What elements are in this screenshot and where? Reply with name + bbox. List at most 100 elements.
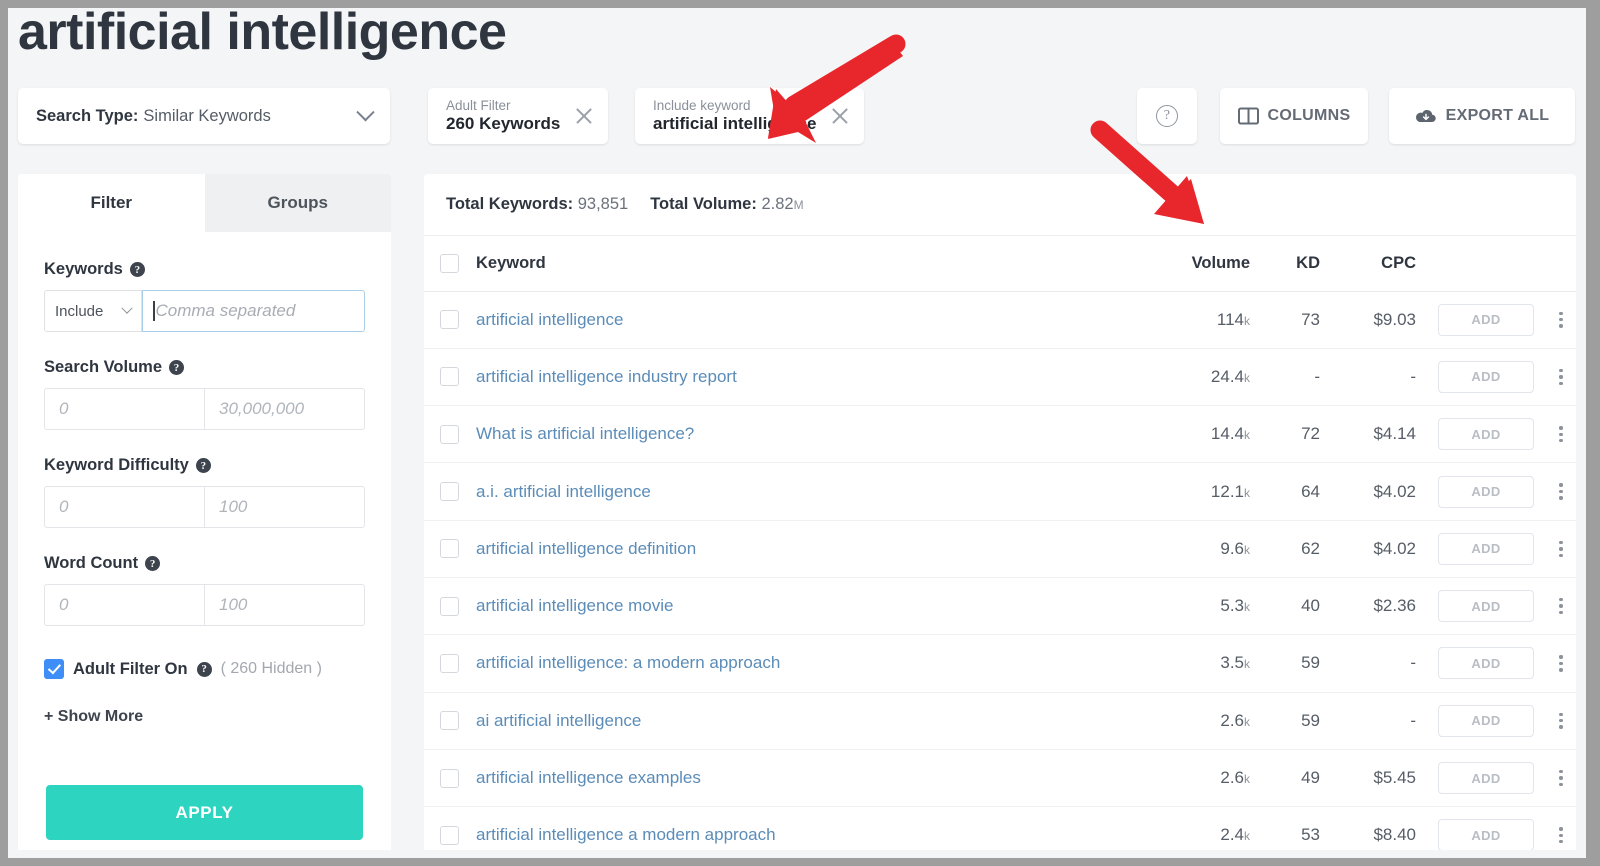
- chip-label: Adult Filter: [446, 98, 511, 114]
- filter-chip-include-keyword[interactable]: Include keyword artificial intelligence: [635, 88, 865, 144]
- more-options-icon[interactable]: [1550, 423, 1572, 445]
- add-button[interactable]: ADD: [1438, 647, 1534, 680]
- tab-groups[interactable]: Groups: [204, 174, 391, 232]
- word-count-max-input[interactable]: 100: [204, 585, 364, 625]
- more-options-icon[interactable]: [1550, 366, 1572, 388]
- column-header-volume[interactable]: Volume: [1144, 236, 1260, 292]
- keywords-input[interactable]: Comma separated: [142, 290, 365, 332]
- apply-button[interactable]: APPLY: [46, 785, 363, 840]
- add-button[interactable]: ADD: [1438, 475, 1534, 508]
- row-checkbox[interactable]: [439, 310, 459, 330]
- row-menu-cell: [1546, 577, 1576, 636]
- word-count-range: 0 100: [44, 584, 365, 626]
- row-checkbox[interactable]: [439, 596, 459, 616]
- more-options-icon[interactable]: [1550, 824, 1572, 846]
- column-header-keyword[interactable]: Keyword: [474, 236, 1144, 292]
- more-options-icon[interactable]: [1550, 309, 1572, 331]
- more-options-icon[interactable]: [1550, 538, 1572, 560]
- table-row: a.i. artificial intelligence 12.1k 64 $4.02…: [424, 462, 1576, 521]
- show-more-link[interactable]: + Show More: [18, 708, 391, 726]
- sidebar-tabs: Filter Groups: [18, 174, 391, 232]
- help-icon[interactable]: ?: [145, 556, 161, 571]
- row-checkbox[interactable]: [439, 711, 459, 731]
- row-checkbox[interactable]: [439, 482, 459, 502]
- more-options-icon[interactable]: [1550, 652, 1572, 674]
- table-row: artificial intelligence: a modern approa…: [424, 634, 1576, 693]
- keyword-link[interactable]: What is artificial intelligence?: [476, 424, 694, 443]
- select-all-checkbox[interactable]: [439, 253, 459, 273]
- keywords-mode-select[interactable]: Include: [44, 290, 142, 332]
- search-volume-max-input[interactable]: 30,000,000: [204, 389, 364, 429]
- column-header-kd[interactable]: KD: [1260, 236, 1330, 292]
- cpc-cell: $5.45: [1330, 749, 1426, 808]
- add-cell: ADD: [1426, 348, 1546, 407]
- close-icon[interactable]: [830, 106, 850, 126]
- more-options-icon[interactable]: [1550, 710, 1572, 732]
- keyword-cell: a.i. artificial intelligence: [474, 462, 1144, 521]
- add-button[interactable]: ADD: [1438, 590, 1534, 623]
- tab-filter[interactable]: Filter: [18, 174, 205, 232]
- word-count-label: Word Count: [44, 554, 139, 572]
- table-row: artificial intelligence industry report 2…: [424, 348, 1576, 407]
- keyword-link[interactable]: artificial intelligence a modern approac…: [476, 825, 776, 844]
- row-checkbox[interactable]: [439, 825, 459, 845]
- column-header-cpc[interactable]: CPC: [1330, 236, 1426, 292]
- add-button[interactable]: ADD: [1438, 532, 1534, 565]
- add-button[interactable]: ADD: [1438, 418, 1534, 451]
- close-icon[interactable]: [574, 106, 594, 126]
- cpc-cell: $4.02: [1330, 462, 1426, 521]
- row-checkbox[interactable]: [439, 539, 459, 559]
- search-volume-min-input[interactable]: 0: [45, 389, 204, 429]
- keyword-link[interactable]: artificial intelligence examples: [476, 768, 701, 787]
- row-menu-cell: [1546, 348, 1576, 407]
- columns-button[interactable]: COLUMNS: [1220, 88, 1368, 144]
- help-icon[interactable]: ?: [129, 262, 145, 277]
- word-count-min-input[interactable]: 0: [45, 585, 204, 625]
- page-title: artificial intelligence: [18, 8, 507, 61]
- select-all-header: [424, 236, 474, 292]
- export-all-button[interactable]: EXPORT ALL: [1389, 88, 1575, 144]
- volume-cell: 114k: [1144, 291, 1260, 349]
- keyword-link[interactable]: artificial intelligence industry report: [476, 367, 737, 386]
- row-checkbox[interactable]: [439, 768, 459, 788]
- help-icon[interactable]: ?: [195, 458, 211, 473]
- keyword-link[interactable]: ai artificial intelligence: [476, 711, 641, 730]
- search-type-dropdown[interactable]: Search Type: Similar Keywords: [18, 88, 390, 144]
- keyword-link[interactable]: artificial intelligence movie: [476, 596, 673, 615]
- volume-cell: 2.4k: [1144, 806, 1260, 850]
- keyword-difficulty-min-input[interactable]: 0: [45, 487, 204, 527]
- add-cell: ADD: [1426, 520, 1546, 578]
- table-row: artificial intelligence 114k 73 $9.03 ADD: [424, 291, 1576, 349]
- row-select-cell: [424, 520, 474, 578]
- keyword-cell: artificial intelligence a modern approac…: [474, 806, 1144, 850]
- row-checkbox[interactable]: [439, 653, 459, 673]
- kd-cell: 59: [1260, 634, 1330, 693]
- add-button[interactable]: ADD: [1438, 303, 1534, 336]
- add-button[interactable]: ADD: [1438, 704, 1534, 737]
- keyword-link[interactable]: a.i. artificial intelligence: [476, 482, 651, 501]
- keyword-link[interactable]: artificial intelligence: [476, 310, 623, 329]
- filter-chip-adult-filter[interactable]: Adult Filter 260 Keywords: [428, 88, 609, 144]
- keyword-difficulty-max-input[interactable]: 100: [204, 487, 364, 527]
- cloud-download-icon: [1415, 109, 1436, 122]
- help-button[interactable]: ?: [1137, 88, 1197, 144]
- row-select-cell: [424, 577, 474, 636]
- keyword-link[interactable]: artificial intelligence: a modern approa…: [476, 653, 780, 672]
- keywords-input-row: Include Comma separated: [44, 290, 365, 332]
- more-options-icon[interactable]: [1550, 767, 1572, 789]
- add-cell: ADD: [1426, 405, 1546, 464]
- keyword-link[interactable]: artificial intelligence definition: [476, 539, 696, 558]
- adult-filter-checkbox[interactable]: [44, 659, 64, 679]
- column-header-add: [1426, 236, 1546, 292]
- kd-cell: 40: [1260, 577, 1330, 636]
- more-options-icon[interactable]: [1550, 595, 1572, 617]
- row-checkbox[interactable]: [439, 424, 459, 444]
- add-button[interactable]: ADD: [1438, 360, 1534, 393]
- total-volume-label: Total Volume:: [650, 195, 757, 213]
- help-icon[interactable]: ?: [169, 360, 184, 375]
- row-checkbox[interactable]: [439, 367, 459, 387]
- more-options-icon[interactable]: [1550, 481, 1572, 503]
- help-icon[interactable]: ?: [196, 661, 212, 677]
- add-button[interactable]: ADD: [1438, 819, 1534, 850]
- add-button[interactable]: ADD: [1438, 762, 1534, 795]
